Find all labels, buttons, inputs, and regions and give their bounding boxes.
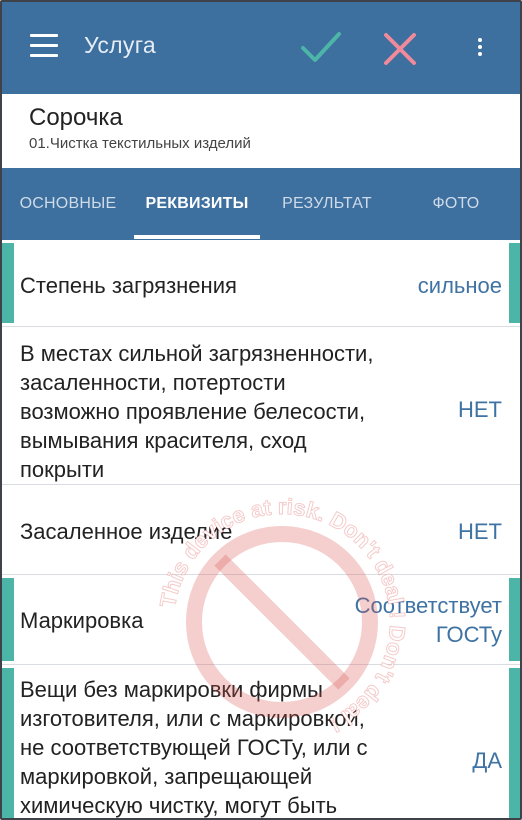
requisite-value: Соответствует ГОСТу — [355, 591, 502, 649]
row-accent-right — [509, 243, 520, 323]
tab-requisites[interactable]: РЕКВИЗИТЫ — [134, 168, 260, 240]
row-accent-left — [2, 578, 14, 661]
requisite-row-greasy-item[interactable]: Засаленное изделие НЕТ — [2, 485, 520, 575]
requisite-value: НЕТ — [458, 517, 502, 546]
active-tab-indicator — [134, 235, 260, 239]
value-line: ГОСТу — [435, 622, 502, 647]
label-line: возможно проявление белесости, — [20, 399, 366, 424]
row-accent-right — [509, 578, 520, 661]
tab-bar: ОСНОВНЫЕ РЕКВИЗИТЫ РЕЗУЛЬТАТ ФОТО — [2, 168, 520, 240]
requisite-row-contamination[interactable]: Степень загрязнения сильное — [2, 240, 520, 327]
requisite-value: НЕТ — [458, 395, 502, 424]
value-line: НЕТ — [458, 519, 502, 544]
label-line: химическую чистку, могут быть — [20, 793, 338, 818]
item-subtitle: 01.Чистка текстильных изделий — [29, 135, 251, 152]
label-line: маркировкой, запрещающей — [20, 764, 313, 789]
label-line: Маркировка — [20, 608, 144, 633]
hamburger-menu-icon[interactable] — [30, 34, 58, 58]
requisite-row-unmarked-items[interactable]: Вещи без маркировки фирмы изготовителя, … — [2, 665, 520, 818]
app-bar: Услуга — [2, 2, 520, 94]
requisites-list: Степень загрязнения сильное В местах сил… — [2, 240, 520, 818]
requisite-value: сильное — [418, 271, 502, 300]
tab-main[interactable]: ОСНОВНЫЕ — [2, 168, 134, 240]
row-accent-left — [2, 668, 14, 818]
value-line: Соответствует — [354, 593, 502, 618]
requisite-label: Вещи без маркировки фирмы изготовителя, … — [20, 675, 368, 818]
row-accent-left — [2, 243, 14, 323]
value-line: ДА — [472, 748, 502, 773]
item-title: Сорочка — [29, 104, 123, 131]
checkmark-icon[interactable] — [300, 30, 342, 66]
label-line: не соответствующей ГОСТу, или с — [20, 735, 368, 760]
requisite-row-marking[interactable]: Маркировка Соответствует ГОСТу — [2, 575, 520, 665]
item-header: Сорочка 01.Чистка текстильных изделий — [2, 94, 520, 168]
requisite-label: Засаленное изделие — [20, 517, 232, 546]
requisite-row-greasy-areas[interactable]: В местах сильной загрязненности, засален… — [2, 327, 520, 485]
tab-photo[interactable]: ФОТО — [394, 168, 518, 240]
requisite-value: ДА — [472, 746, 502, 775]
label-line: Вещи без маркировки фирмы — [20, 677, 323, 702]
requisite-label: Степень загрязнения — [20, 271, 237, 300]
label-line: вымывания красителя, сход — [20, 428, 307, 453]
label-line: засаленности, потертости — [20, 370, 286, 395]
label-line: Засаленное изделие — [20, 519, 233, 544]
requisite-label: Маркировка — [20, 606, 143, 635]
vertical-dots-icon[interactable] — [472, 36, 488, 60]
app-bar-title: Услуга — [84, 32, 156, 58]
label-line: Степень загрязнения — [20, 273, 237, 298]
tab-result[interactable]: РЕЗУЛЬТАТ — [260, 168, 394, 240]
close-icon[interactable] — [382, 32, 418, 66]
requisite-label: В местах сильной загрязненности, засален… — [20, 339, 373, 484]
value-line: сильное — [417, 273, 502, 298]
row-accent-right — [509, 668, 520, 818]
label-line: В местах сильной загрязненности, — [20, 341, 374, 366]
value-line: НЕТ — [458, 397, 502, 422]
app-window: Услуга Сорочка 01.Чистка текстильных изд… — [0, 0, 522, 820]
label-line: покрыти — [20, 457, 105, 482]
label-line: изготовителя, или с маркировкой, — [20, 706, 365, 731]
